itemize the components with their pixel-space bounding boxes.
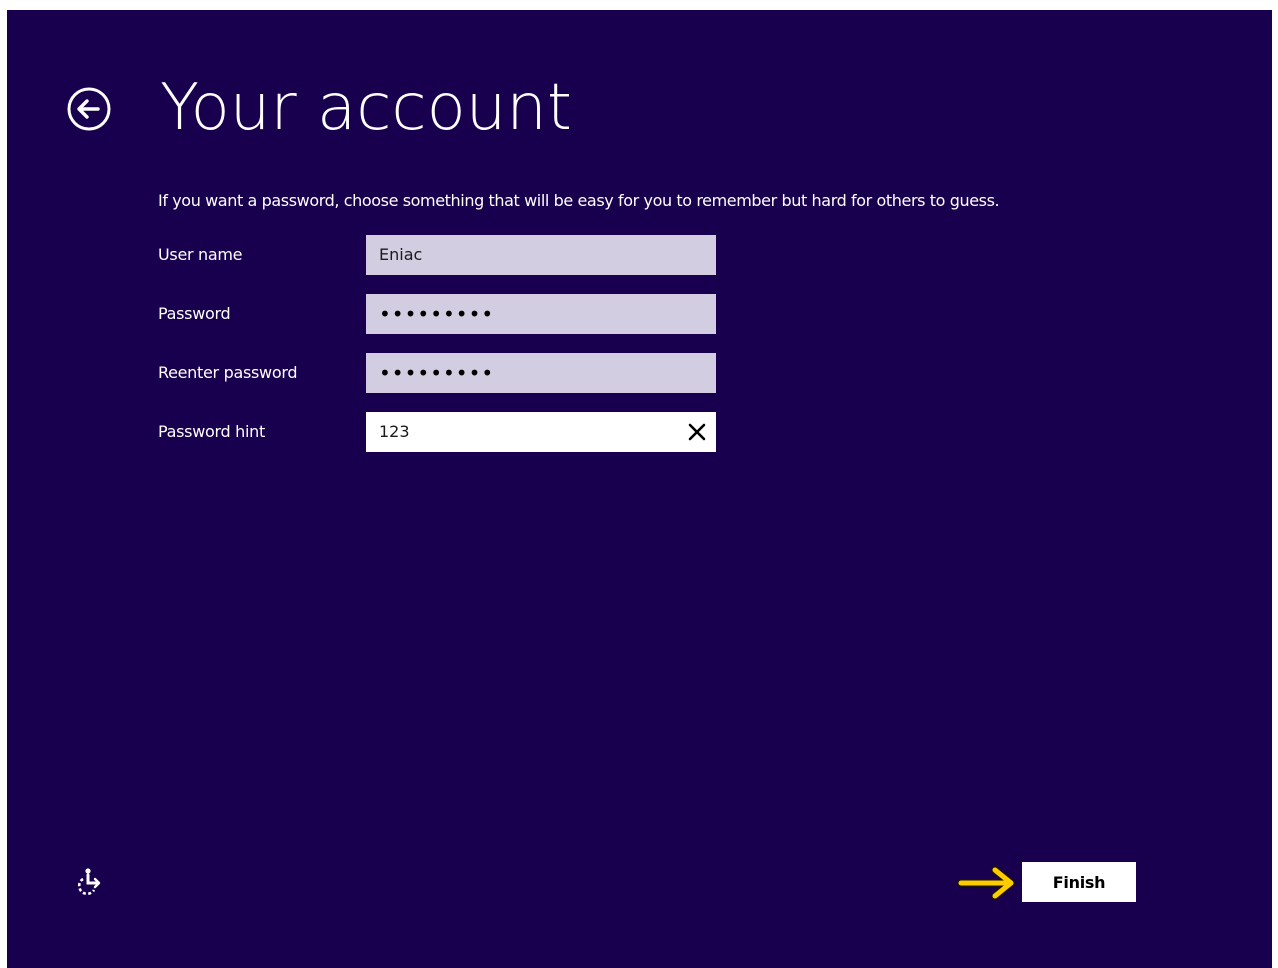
ease-of-access-button[interactable] <box>73 866 105 898</box>
reenter-password-field[interactable]: ••••••••• <box>366 353 716 393</box>
back-button[interactable] <box>65 85 113 133</box>
back-arrow-circle-icon <box>67 87 111 131</box>
password-hint-field[interactable]: 123 <box>366 412 716 452</box>
finish-button[interactable]: Finish <box>1022 862 1136 902</box>
arrow-right-icon <box>957 866 1015 900</box>
user-name-label: User name <box>158 245 243 264</box>
ease-of-access-icon <box>77 868 101 896</box>
password-hint-row: Password hint 123 <box>158 412 718 452</box>
user-name-field[interactable]: Eniac <box>366 235 716 275</box>
password-label: Password <box>158 304 231 323</box>
password-row: Password ••••••••• <box>158 294 718 334</box>
close-icon <box>688 423 706 441</box>
password-field[interactable]: ••••••••• <box>366 294 716 334</box>
reenter-password-row: Reenter password ••••••••• <box>158 353 718 393</box>
page-title: Your account <box>160 71 572 145</box>
setup-screen: Your account If you want a password, cho… <box>7 10 1272 968</box>
user-name-row: User name Eniac <box>158 235 718 275</box>
instructions-text: If you want a password, choose something… <box>158 191 1000 210</box>
clear-hint-button[interactable] <box>678 412 716 452</box>
password-hint-label: Password hint <box>158 422 265 441</box>
reenter-password-label: Reenter password <box>158 363 298 382</box>
